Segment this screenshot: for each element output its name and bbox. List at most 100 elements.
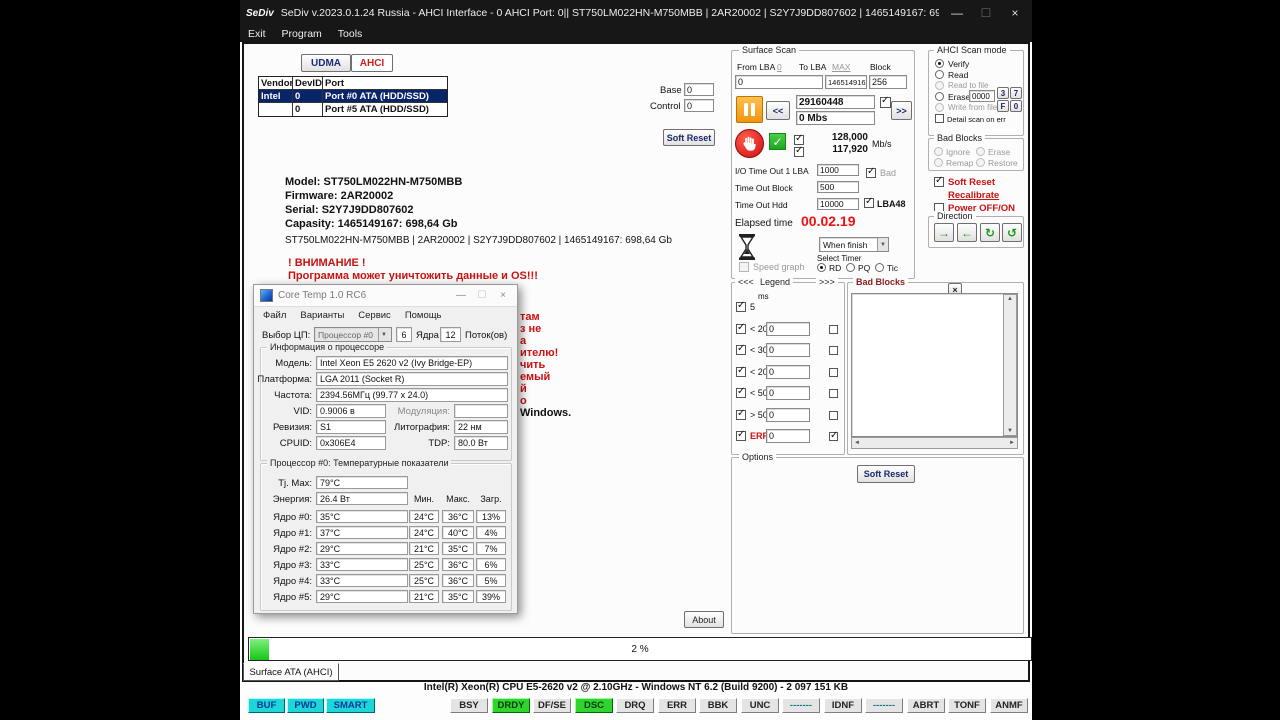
detail-scan-checkbox[interactable] — [935, 114, 944, 123]
cpu-select[interactable]: Процессор #0 — [314, 327, 392, 342]
speed-top-checkbox[interactable] — [794, 135, 804, 145]
legend-20-checkbox[interactable] — [736, 324, 746, 334]
soft-reset-button[interactable]: Soft Reset — [663, 129, 715, 146]
surface-scan-legend: Surface Scan — [739, 45, 799, 55]
stop-button[interactable] — [735, 129, 764, 158]
coretemp-close-button[interactable]: × — [495, 290, 511, 301]
legend-30-flag[interactable] — [829, 346, 838, 355]
direction-legend: Direction — [934, 211, 976, 221]
indicator-idnf: IDNF — [824, 698, 862, 713]
coretemp-menu-file[interactable]: Файл — [263, 310, 286, 321]
hdd-timeout-input[interactable]: 10000 — [817, 198, 859, 210]
tab-ahci[interactable]: AHCI — [351, 54, 393, 72]
from-lba-link[interactable]: 0 — [777, 62, 782, 72]
block-timeout-input[interactable]: 500 — [817, 181, 859, 193]
legend-200-checkbox[interactable] — [736, 367, 746, 377]
core3-temp: 33°C — [316, 558, 408, 571]
menu-program[interactable]: Program — [282, 28, 322, 40]
scan-enable-checkbox[interactable]: ✓ — [769, 133, 786, 150]
forward-button[interactable]: >> — [891, 101, 912, 120]
indicator-anmf: ANMF — [990, 698, 1028, 713]
threads-count: 12 — [440, 327, 461, 342]
cpuid-field-label: CPUID: — [256, 438, 312, 449]
legend-over500-flag[interactable] — [829, 411, 838, 420]
direction-backward-button[interactable]: ← — [957, 223, 977, 242]
legend-over500-checkbox[interactable] — [736, 410, 746, 420]
direction-forward-button[interactable]: → — [934, 223, 954, 242]
bad-blocks-hscrollbar[interactable]: ◄► — [851, 437, 1018, 449]
core1-temp: 37°C — [316, 526, 408, 539]
indicator-smart: SMART — [326, 698, 375, 713]
bad-blocks-listbox[interactable] — [851, 293, 1018, 437]
hex-button-7[interactable]: 7 — [1010, 87, 1022, 99]
minimize-button[interactable]: — — [946, 6, 968, 20]
coretemp-menu-tools[interactable]: Сервис — [358, 310, 391, 321]
hdd-timeout-label: Time Out Hdd — [735, 200, 788, 210]
current-lba-checkbox[interactable] — [880, 97, 891, 108]
io-timeout-input[interactable]: 1000 — [817, 164, 859, 176]
when-finish-select[interactable]: When finish — [819, 237, 889, 252]
capacity-line: Capasity: 1465149167: 698,64 Gb — [285, 218, 457, 230]
core1-load: 4% — [476, 526, 506, 539]
legend-5-checkbox[interactable] — [736, 302, 746, 312]
cell-port: Port #0 ATA (HDD/SSD) — [323, 90, 447, 102]
from-lba-input[interactable]: 0 — [735, 75, 823, 89]
read-to-file-label: Read to file — [948, 81, 988, 90]
options-soft-reset-button[interactable]: Soft Reset — [857, 465, 915, 483]
tab-udma[interactable]: UDMA — [301, 54, 351, 72]
coretemp-menu-options[interactable]: Варианты — [300, 310, 344, 321]
read-radio[interactable] — [935, 70, 944, 79]
speed-top-value[interactable]: 128,000 — [812, 132, 868, 143]
legend-err-checkbox[interactable] — [736, 431, 746, 441]
legend-20-flag[interactable] — [829, 325, 838, 334]
hex-button-3[interactable]: 3 — [997, 87, 1009, 99]
legend-err-flag[interactable] — [829, 432, 838, 441]
pause-button[interactable] — [736, 96, 763, 123]
legend-500-flag[interactable] — [829, 389, 838, 398]
timer-pq-radio[interactable] — [846, 263, 855, 272]
coretemp-menu-help[interactable]: Помощь — [405, 310, 442, 321]
coretemp-minimize-button[interactable]: — — [453, 290, 469, 301]
block-input[interactable]: 256 — [869, 75, 907, 89]
to-lba-input[interactable]: 1465149167 — [825, 75, 867, 89]
control-input[interactable]: 0 — [684, 99, 714, 112]
legend-200-flag[interactable] — [829, 368, 838, 377]
timer-rd-radio[interactable] — [817, 263, 826, 272]
base-input[interactable]: 0 — [684, 83, 714, 96]
erase-value-input[interactable]: 0000 — [969, 90, 995, 102]
lba48-checkbox[interactable] — [864, 198, 874, 208]
recalibrate-option[interactable]: Recalibrate — [948, 190, 999, 201]
ahci-scan-mode-legend: AHCI Scan mode — [934, 45, 1010, 55]
direction-loop-ccw-button[interactable]: ↺ — [1002, 223, 1022, 242]
firmware-value: 2AR20002 — [341, 190, 394, 202]
rewind-button[interactable]: << — [766, 101, 790, 120]
legend-500-checkbox[interactable] — [736, 388, 746, 398]
table-row[interactable]: 0 Port #5 ATA (HDD/SSD) — [259, 103, 447, 116]
menu-exit[interactable]: Exit — [248, 28, 266, 40]
direction-loop-cw-button[interactable]: ↻ — [980, 223, 1000, 242]
erase-radio[interactable] — [935, 92, 944, 101]
core0-temp: 35°C — [316, 510, 408, 523]
revision-field: S1 — [316, 420, 386, 434]
close-button[interactable]: × — [1004, 6, 1026, 20]
table-row[interactable]: Intel 0 Port #0 ATA (HDD/SSD) — [259, 90, 447, 103]
tab-surface-ata-ahci[interactable]: Surface ATA (AHCI) — [243, 663, 339, 681]
bad-blocks-vscrollbar[interactable]: ▲▼ — [1003, 294, 1017, 436]
max-link[interactable]: MAX — [832, 62, 850, 72]
coretemp-maximize-button[interactable]: ☐ — [474, 290, 490, 301]
timer-tic-radio[interactable] — [875, 263, 884, 272]
hex-button-f[interactable]: F — [997, 100, 1009, 112]
menu-tools[interactable]: Tools — [338, 28, 363, 40]
indicator-drq: DRQ — [616, 698, 654, 713]
indicator-abrt: ABRT — [907, 698, 945, 713]
soft-reset-checkbox[interactable] — [934, 177, 944, 187]
bad-checkbox[interactable] — [866, 168, 876, 178]
speed-bottom-checkbox[interactable] — [794, 147, 804, 157]
verify-radio[interactable] — [935, 59, 944, 68]
maximize-button[interactable]: ☐ — [975, 6, 997, 20]
hex-button-0[interactable]: 0 — [1010, 100, 1022, 112]
core2-min: 21°C — [409, 542, 439, 555]
speed-bottom-value[interactable]: 117,920 — [812, 144, 868, 155]
about-button[interactable]: About — [684, 611, 724, 628]
legend-30-checkbox[interactable] — [736, 345, 746, 355]
